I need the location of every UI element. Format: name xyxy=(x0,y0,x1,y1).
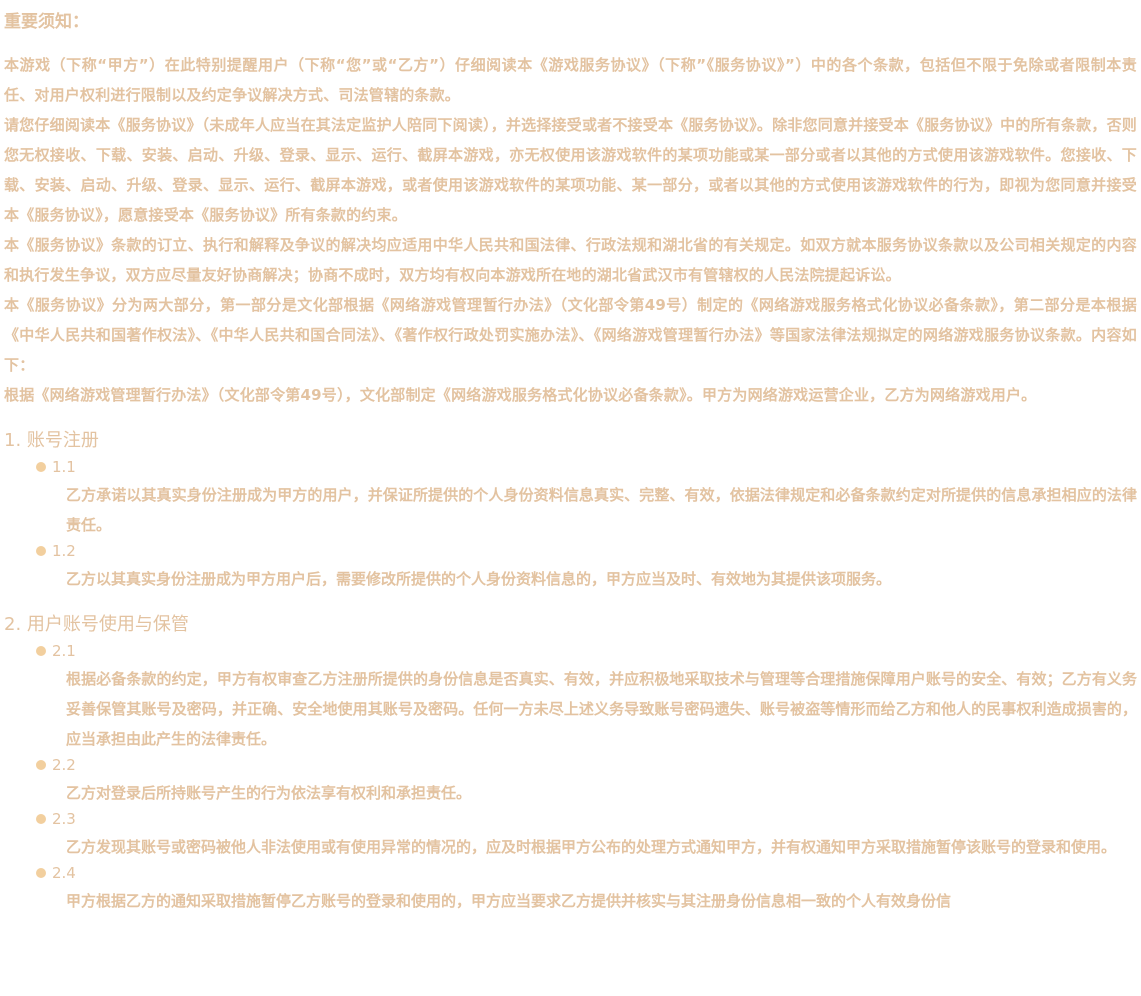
bullet-icon xyxy=(36,646,46,656)
clause-item: 2.4 甲方根据乙方的通知采取措施暂停乙方账号的登录和使用的，甲方应当要求乙方提… xyxy=(4,862,1137,916)
clause-item: 2.3 乙方发现其账号或密码被他人非法使用或有使用异常的情况的，应及时根据甲方公… xyxy=(4,808,1137,862)
clause-text: 乙方以其真实身份注册成为甲方用户后，需要修改所提供的个人身份资料信息的，甲方应当… xyxy=(66,570,892,588)
notice-paragraph: 请您仔细阅读本《服务协议》（未成年人应当在其法定监护人陪同下阅读），并选择接受或… xyxy=(4,116,1137,224)
agreement-document: 重要须知： 本游戏（下称“甲方”）在此特别提醒用户（下称“您”或“乙方”）仔细阅… xyxy=(4,0,1137,916)
section-title: 2. 用户账号使用与保管 xyxy=(4,614,189,635)
clause-number: 2.4 xyxy=(52,864,76,882)
clause-item: 2.1 根据必备条款的约定，甲方有权审查乙方注册所提供的身份信息是否真实、有效，… xyxy=(4,640,1137,754)
notice-paragraph: 根据《网络游戏管理暂行办法》（文化部令第49号），文化部制定《网络游戏服务格式化… xyxy=(4,386,1037,404)
clause-text: 甲方根据乙方的通知采取措施暂停乙方账号的登录和使用的，甲方应当要求乙方提供并核实… xyxy=(66,892,952,910)
section-title: 1. 账号注册 xyxy=(4,430,99,451)
bullet-icon xyxy=(36,760,46,770)
clause-text: 乙方对登录后所持账号产生的行为依法享有权利和承担责任。 xyxy=(66,784,472,802)
notice-paragraph: 本《服务协议》条款的订立、执行和解释及争议的解决均应适用中华人民共和国法律、行政… xyxy=(4,236,1137,284)
bullet-icon xyxy=(36,868,46,878)
clause-number: 1.2 xyxy=(52,542,76,560)
clause-item: 1.1 乙方承诺以其真实身份注册成为甲方的用户，并保证所提供的个人身份资料信息真… xyxy=(4,456,1137,540)
clause-number: 2.2 xyxy=(52,756,76,774)
notice-paragraph: 本《服务协议》分为两大部分，第一部分是文化部根据《网络游戏管理暂行办法》（文化部… xyxy=(4,296,1137,374)
bullet-icon xyxy=(36,546,46,556)
clause-number: 2.3 xyxy=(52,810,76,828)
bullet-icon xyxy=(36,462,46,472)
clause-number: 2.1 xyxy=(52,642,76,660)
clause-number: 1.1 xyxy=(52,458,76,476)
notice-title: 重要须知： xyxy=(4,12,89,32)
clause-text: 根据必备条款的约定，甲方有权审查乙方注册所提供的身份信息是否真实、有效，并应积极… xyxy=(66,670,1137,748)
notice-paragraph: 本游戏（下称“甲方”）在此特别提醒用户（下称“您”或“乙方”）仔细阅读本《游戏服… xyxy=(4,56,1137,104)
clause-item: 2.2 乙方对登录后所持账号产生的行为依法享有权利和承担责任。 xyxy=(4,754,1137,808)
clause-item: 1.2 乙方以其真实身份注册成为甲方用户后，需要修改所提供的个人身份资料信息的，… xyxy=(4,540,1137,594)
section-account-usage: 2. 用户账号使用与保管 2.1 根据必备条款的约定，甲方有权审查乙方注册所提供… xyxy=(4,610,1137,916)
bullet-icon xyxy=(36,814,46,824)
clause-text: 乙方承诺以其真实身份注册成为甲方的用户，并保证所提供的个人身份资料信息真实、完整… xyxy=(66,486,1137,534)
clause-text: 乙方发现其账号或密码被他人非法使用或有使用异常的情况的，应及时根据甲方公布的处理… xyxy=(66,838,1117,856)
section-account-registration: 1. 账号注册 1.1 乙方承诺以其真实身份注册成为甲方的用户，并保证所提供的个… xyxy=(4,426,1137,594)
